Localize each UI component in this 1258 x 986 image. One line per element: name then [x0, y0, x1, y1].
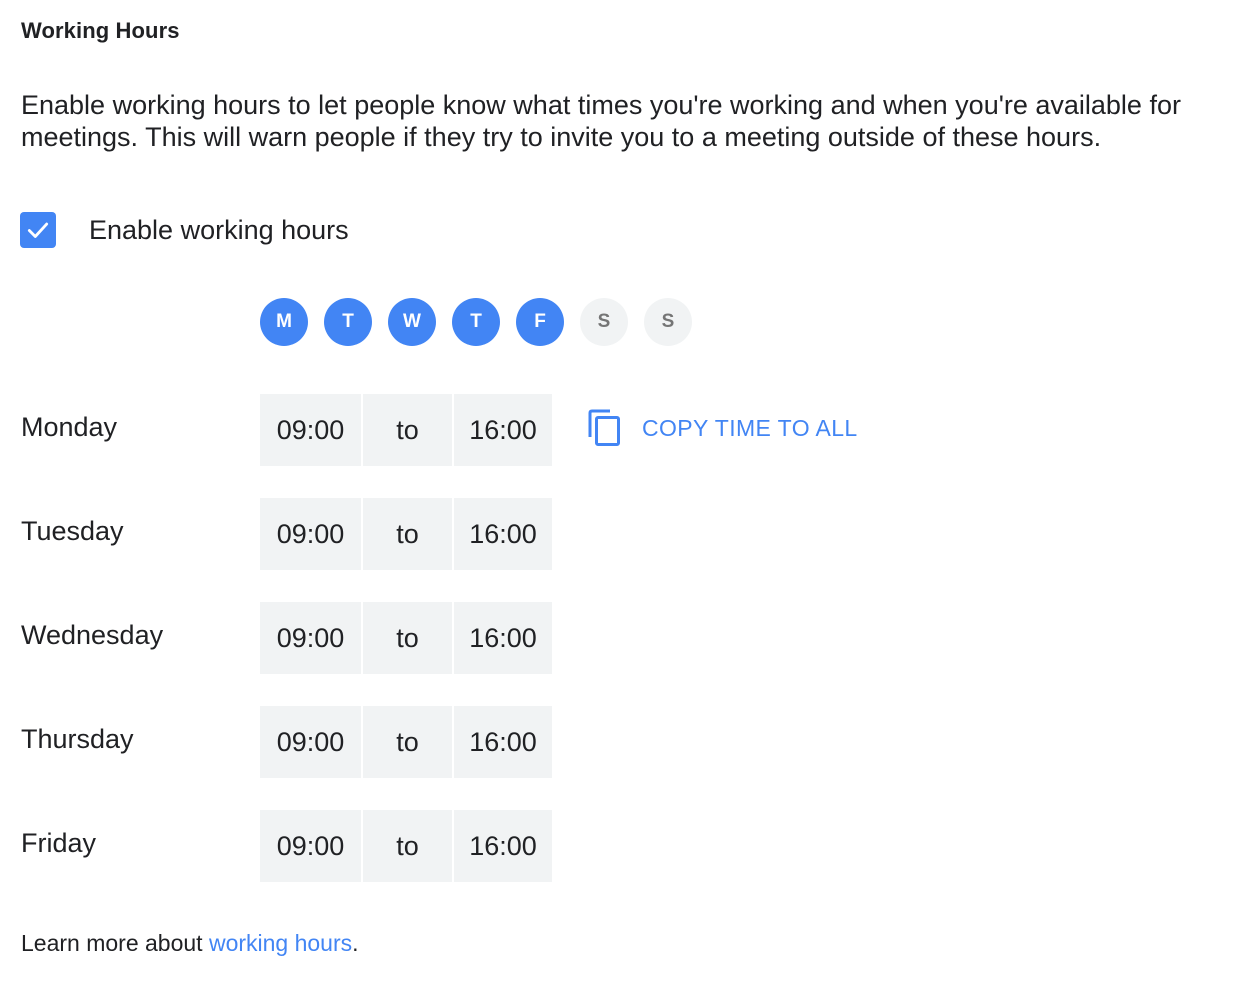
- end-time-select[interactable]: 16:00: [454, 394, 552, 466]
- end-time-select[interactable]: 16:00: [454, 810, 552, 882]
- schedule-row-wednesday: Wednesday 09:00 to 16:00: [0, 602, 1258, 674]
- time-range: 09:00 to 16:00: [260, 810, 552, 882]
- day-label: Tuesday: [21, 516, 124, 546]
- time-separator: to: [363, 394, 452, 466]
- day-chip-monday[interactable]: M: [260, 298, 308, 346]
- start-time-select[interactable]: 09:00: [260, 498, 361, 570]
- day-label: Wednesday: [21, 620, 164, 650]
- day-label: Monday: [21, 412, 118, 442]
- end-time-select[interactable]: 16:00: [454, 602, 552, 674]
- time-range: 09:00 to 16:00: [260, 602, 552, 674]
- section-description: Enable working hours to let people know …: [21, 90, 1181, 152]
- end-time-select[interactable]: 16:00: [454, 706, 552, 778]
- time-separator: to: [363, 810, 452, 882]
- day-chip-tuesday[interactable]: T: [324, 298, 372, 346]
- start-time-select[interactable]: 09:00: [260, 706, 361, 778]
- copy-time-to-all-button[interactable]: COPY TIME TO ALL: [586, 409, 858, 447]
- schedule-row-tuesday: Tuesday 09:00 to 16:00: [0, 498, 1258, 570]
- end-time-select[interactable]: 16:00: [454, 498, 552, 570]
- time-range: 09:00 to 16:00: [260, 394, 552, 466]
- schedule-row-thursday: Thursday 09:00 to 16:00: [0, 706, 1258, 778]
- day-chip-thursday[interactable]: T: [452, 298, 500, 346]
- start-time-select[interactable]: 09:00: [260, 394, 361, 466]
- working-hours-link[interactable]: working hours: [209, 930, 352, 956]
- learn-more-prefix: Learn more about: [21, 930, 209, 956]
- day-chip-wednesday[interactable]: W: [388, 298, 436, 346]
- copy-time-to-all-label: COPY TIME TO ALL: [642, 414, 858, 441]
- day-chip-sunday[interactable]: S: [644, 298, 692, 346]
- schedule-row-monday: Monday 09:00 to 16:00 COPY TIME TO ALL: [0, 394, 1258, 466]
- enable-working-hours-row[interactable]: Enable working hours: [20, 212, 349, 248]
- day-chip-friday[interactable]: F: [516, 298, 564, 346]
- start-time-select[interactable]: 09:00: [260, 810, 361, 882]
- enable-working-hours-label: Enable working hours: [89, 214, 349, 245]
- check-icon: [27, 222, 49, 238]
- schedule-list: Monday 09:00 to 16:00 COPY TIME TO ALL T…: [0, 394, 1258, 914]
- day-label: Friday: [21, 828, 97, 858]
- section-title: Working Hours: [21, 18, 180, 43]
- time-separator: to: [363, 498, 452, 570]
- day-label: Thursday: [21, 724, 134, 754]
- day-chip-saturday[interactable]: S: [580, 298, 628, 346]
- working-hours-settings: Working Hours Enable working hours to le…: [0, 0, 1258, 986]
- learn-more-suffix: .: [352, 930, 359, 956]
- day-selector: M T W T F S S: [260, 298, 692, 346]
- learn-more-text: Learn more about working hours.: [21, 930, 359, 957]
- time-range: 09:00 to 16:00: [260, 498, 552, 570]
- enable-working-hours-checkbox[interactable]: [20, 212, 56, 248]
- time-separator: to: [363, 602, 452, 674]
- copy-icon: [588, 409, 620, 446]
- time-separator: to: [363, 706, 452, 778]
- start-time-select[interactable]: 09:00: [260, 602, 361, 674]
- time-range: 09:00 to 16:00: [260, 706, 552, 778]
- schedule-row-friday: Friday 09:00 to 16:00: [0, 810, 1258, 882]
